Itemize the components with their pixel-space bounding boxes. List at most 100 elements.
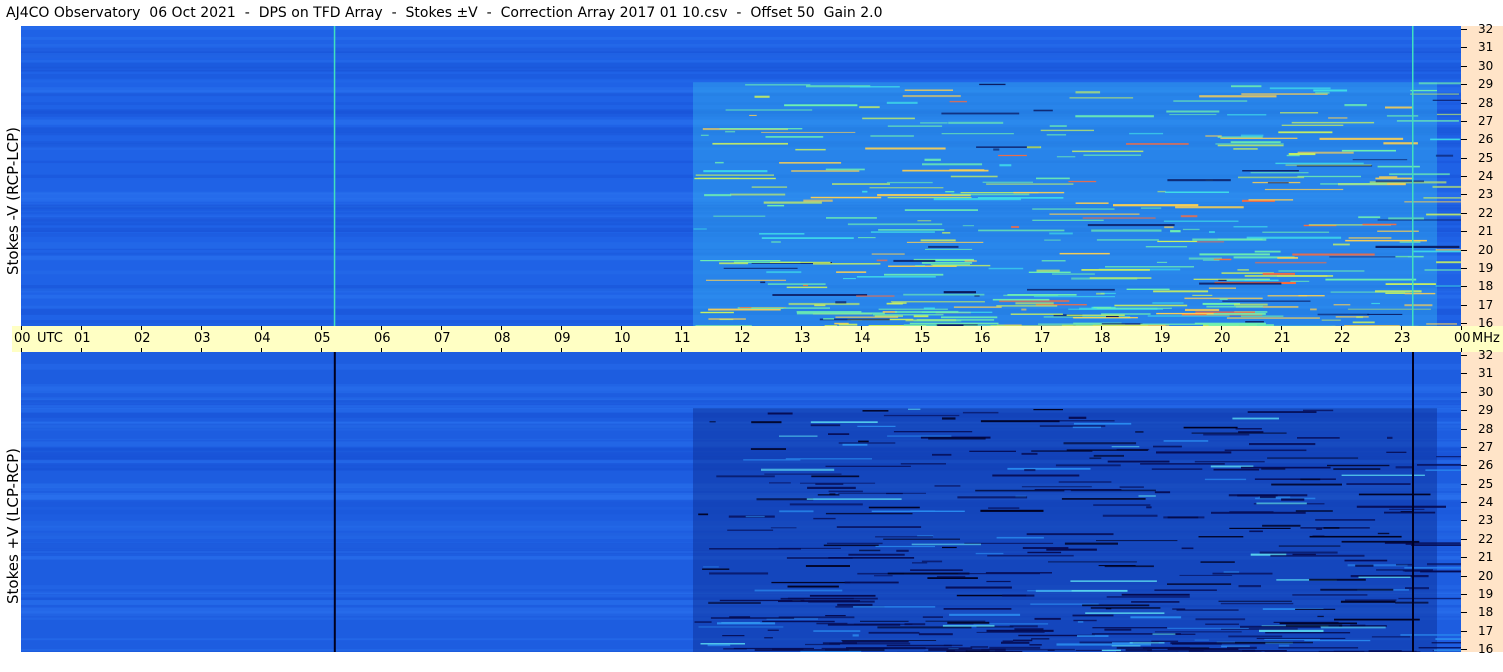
emission-streak [827,542,883,545]
time-tick-top [1401,326,1402,330]
emission-streak [1030,420,1115,422]
emission-streak [708,318,746,320]
emission-streak [749,114,757,116]
time-tick-top [1101,326,1102,330]
emission-streak [1075,91,1101,94]
time-tick-bottom [21,348,22,352]
emission-streak [1356,505,1446,508]
emission-streak [1082,604,1150,607]
emission-streak [843,278,856,280]
emission-streak [1034,489,1122,491]
emission-streak [862,410,889,412]
emission-streak [928,648,1006,651]
emission-streak [765,136,824,138]
emission-streak [886,644,952,647]
emission-streak [730,193,786,196]
emission-streak [716,475,775,478]
emission-streak [1101,323,1143,325]
emission-streak [1230,141,1281,143]
emission-streak [1126,143,1189,145]
time-tick-label: 19 [1154,331,1171,346]
emission-streak [1285,164,1372,166]
mhz-unit-label: MHz [1472,331,1500,346]
emission-streak [1398,597,1461,600]
emission-streak [1156,451,1232,454]
emission-streak [1002,594,1035,597]
emission-streak [1072,426,1101,429]
emission-streak [932,264,991,267]
emission-streak [1280,112,1319,114]
emission-streak [1072,614,1114,617]
emission-streak [923,307,935,310]
emission-streak [1033,409,1063,411]
frequency-tick-label: 27 [1478,114,1494,128]
emission-streak [1254,478,1336,480]
emission-streak [1147,649,1204,652]
emission-streak [743,459,801,461]
emission-streak [1026,146,1042,149]
emission-streak [707,644,731,647]
time-tick-label: 00 [14,331,31,346]
emission-streak [1010,313,1063,315]
frequency-tick [1461,29,1467,30]
emission-streak [1279,622,1357,625]
time-tick-top [141,326,142,330]
emission-streak [996,536,1044,539]
emission-streak [970,646,989,648]
emission-streak [992,474,1080,477]
emission-streak [1001,641,1030,644]
emission-streak [1015,302,1054,305]
emission-streak [1385,106,1413,109]
spectrogram-top-svg [21,26,1461,326]
emission-streak [1325,278,1417,281]
emission-streak [988,507,1020,509]
emission-streak [1031,638,1050,640]
frequency-tick [1461,520,1467,521]
emission-streak [1220,602,1294,605]
emission-streak [957,496,1028,499]
emission-streak [875,536,933,538]
baseline-band [21,36,1461,40]
emission-streak [915,265,926,267]
emission-streak [1278,545,1341,547]
emission-streak [1075,202,1109,204]
emission-streak [1346,483,1411,485]
emission-streak [828,433,850,435]
emission-streak [1323,527,1340,529]
emission-streak [1027,551,1062,554]
emission-streak [1089,457,1102,459]
frequency-tick-label: 32 [1478,22,1494,36]
emission-streak [1175,206,1244,209]
emission-streak [787,585,839,588]
emission-streak [703,170,768,173]
emission-streak [1231,85,1262,88]
emission-streak [803,284,808,286]
emission-streak [1432,185,1461,188]
emission-streak [1185,308,1220,311]
emission-streak [1192,294,1213,296]
emission-streak [853,606,936,608]
baseline-band [21,59,1461,63]
emission-streak [1153,290,1209,293]
emission-streak [1319,137,1404,140]
emission-streak [893,259,936,262]
emission-streak [988,267,1024,270]
emission-streak [1350,624,1366,627]
emission-streak [996,305,1058,307]
emission-streak [1195,311,1255,313]
time-tick-label: 04 [254,331,271,346]
emission-streak [754,95,770,98]
frequency-tick-label: 31 [1478,366,1494,380]
emission-streak [917,220,932,222]
emission-streak [722,635,745,637]
time-tick-label: 06 [374,331,391,346]
emission-streak [1021,308,1027,311]
time-tick-top [21,326,22,330]
emission-streak [710,617,795,619]
time-tick-label: 18 [1094,331,1111,346]
emission-streak [1356,316,1364,319]
emission-streak [1085,612,1165,614]
emission-streak [817,494,840,496]
emission-streak [1206,305,1263,308]
emission-streak [789,503,863,506]
